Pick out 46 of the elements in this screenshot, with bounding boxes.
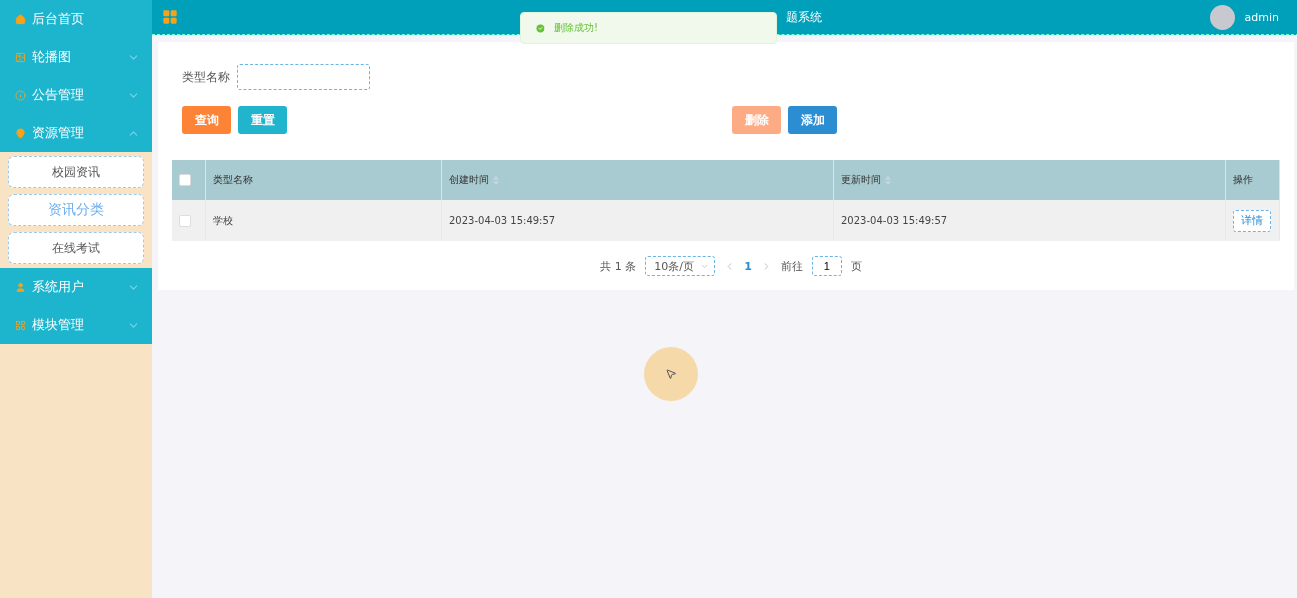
- type-name-field[interactable]: [237, 64, 370, 90]
- system-title: 题系统: [786, 8, 823, 26]
- add-button[interactable]: 添加: [788, 106, 837, 134]
- table-cell: 2023-04-03 15:49:57: [442, 200, 834, 241]
- detail-button[interactable]: 详情: [1233, 209, 1271, 232]
- sort-icon[interactable]: [885, 175, 891, 185]
- total-count: 共 1 条: [600, 258, 637, 274]
- goto-label: 前往: [780, 258, 803, 274]
- username[interactable]: admin: [1244, 10, 1279, 24]
- submenu-item[interactable]: 校园资讯: [8, 156, 144, 188]
- sidebar-item[interactable]: 系统用户: [0, 268, 152, 306]
- sort-icon[interactable]: [493, 175, 499, 185]
- field-label: 类型名称: [182, 68, 230, 86]
- row-checkbox[interactable]: [179, 214, 191, 227]
- grid-icon[interactable]: [162, 9, 178, 25]
- grid-icon: [15, 319, 26, 331]
- sidebar-item[interactable]: 资源管理: [0, 114, 152, 152]
- sidebar-item[interactable]: 轮播图: [0, 38, 152, 76]
- home-icon: [15, 13, 26, 25]
- image-icon: [15, 51, 26, 63]
- header-cell: 更新时间: [834, 160, 1226, 200]
- sidebar-item[interactable]: 公告管理: [0, 76, 152, 114]
- check-icon: [535, 22, 546, 34]
- cursor-icon: [665, 368, 677, 380]
- table-cell: 学校: [206, 200, 442, 241]
- select-all-checkbox[interactable]: [179, 174, 191, 186]
- avatar[interactable]: [1209, 4, 1235, 30]
- toast-message: 删除成功!: [554, 21, 598, 35]
- sidebar-item[interactable]: 模块管理: [0, 306, 152, 344]
- query-button[interactable]: 查询: [182, 106, 231, 134]
- info-icon: [15, 89, 26, 101]
- delete-button[interactable]: 删除: [732, 106, 781, 134]
- submenu-item[interactable]: 资讯分类: [8, 194, 144, 226]
- table-cell: 2023-04-03 15:49:57: [834, 200, 1226, 241]
- user-icon: [15, 281, 26, 293]
- goto-page-field[interactable]: 1: [811, 256, 842, 276]
- header-cell: 操作: [1226, 160, 1280, 200]
- sidebar-item[interactable]: 后台首页: [0, 0, 152, 38]
- header-cell: 类型名称: [206, 160, 442, 200]
- header-cell: 创建时间: [442, 160, 834, 200]
- pin-icon: [15, 127, 26, 139]
- reset-button[interactable]: 重置: [238, 106, 287, 134]
- page-size-select[interactable]: 10条/页: [645, 256, 716, 276]
- page-number[interactable]: 1: [744, 259, 752, 273]
- page-suffix: 页: [850, 258, 862, 274]
- submenu-item[interactable]: 在线考试: [8, 232, 144, 264]
